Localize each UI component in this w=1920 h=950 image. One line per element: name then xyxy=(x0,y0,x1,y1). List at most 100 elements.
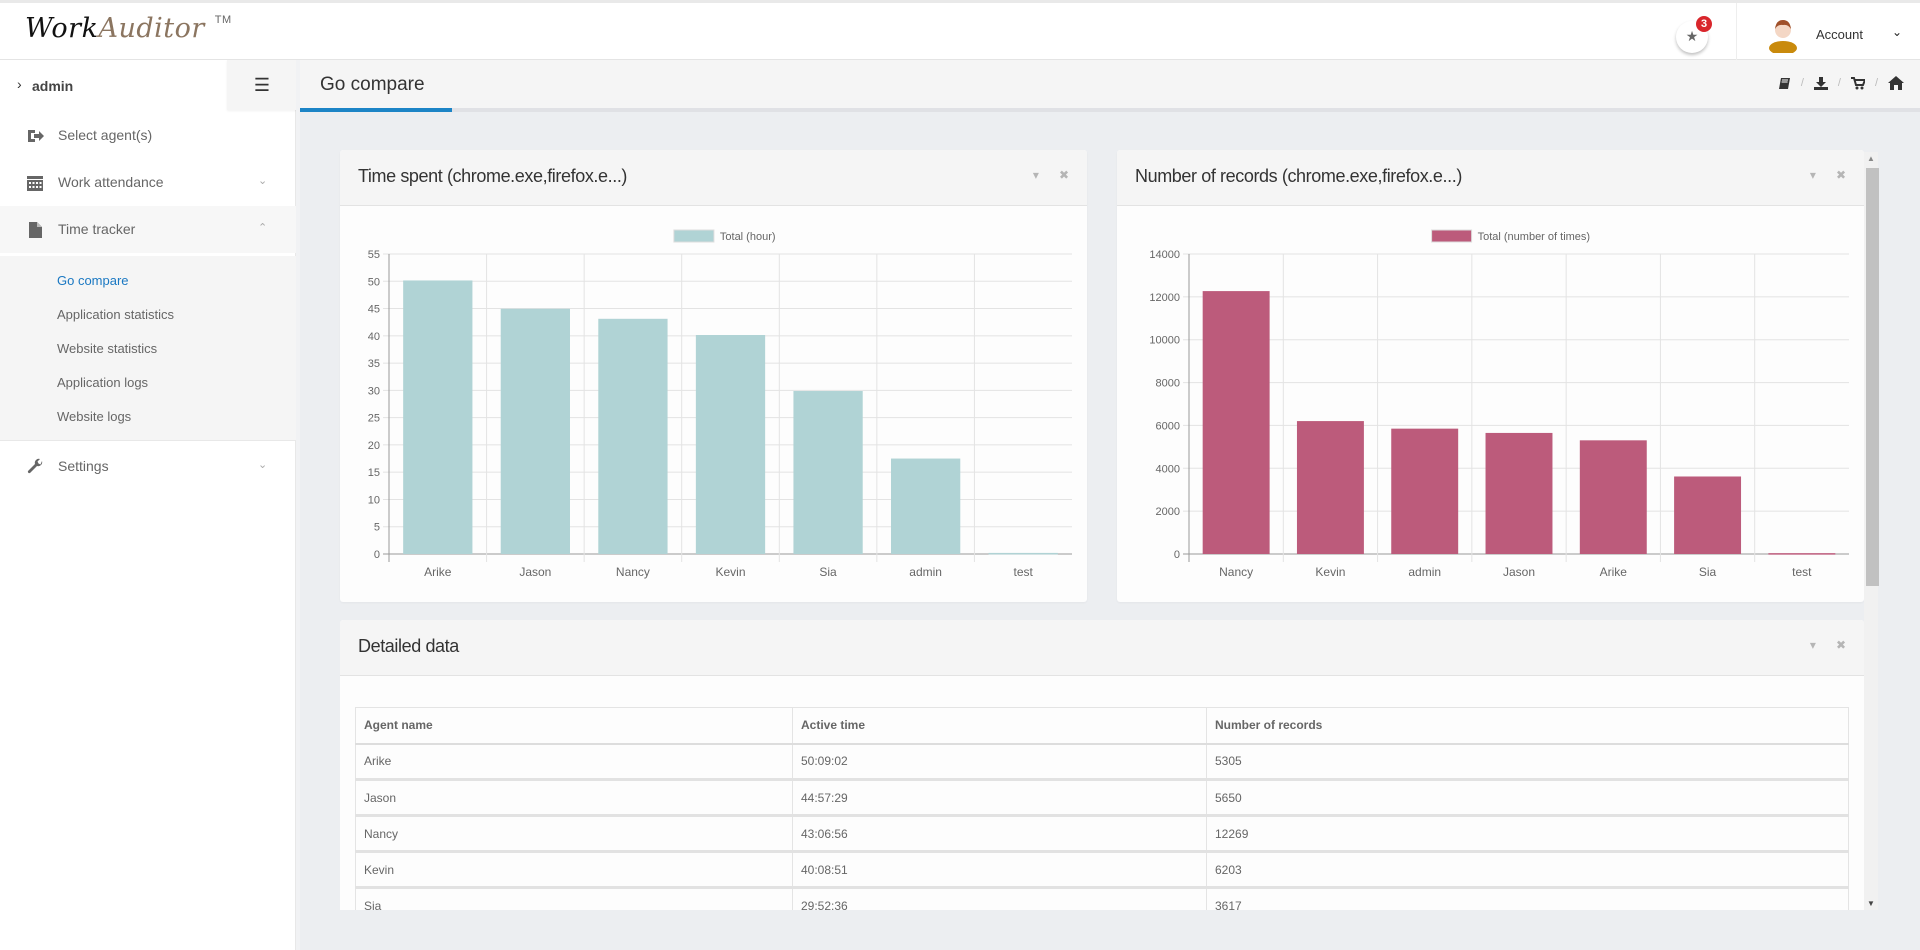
bar xyxy=(793,391,863,554)
collapse-icon[interactable]: ▾ xyxy=(1810,638,1816,652)
legend-label: Total (number of times) xyxy=(1478,231,1590,243)
sidebar-item-time-tracker[interactable]: Time tracker ⌃ xyxy=(0,206,296,253)
notification-badge: 3 xyxy=(1696,16,1712,32)
book-icon[interactable] xyxy=(1778,77,1791,90)
y-tick-label: 0 xyxy=(1174,549,1180,561)
column-header[interactable]: Agent name xyxy=(355,707,793,745)
bar xyxy=(1391,428,1459,554)
submenu-item-application-logs[interactable]: Application logs xyxy=(57,375,148,390)
bar xyxy=(1768,553,1836,555)
y-tick-label: 25 xyxy=(368,413,380,425)
y-tick-label: 50 xyxy=(368,276,380,288)
x-tick-label: Kevin xyxy=(715,565,745,579)
hamburger-icon: ☰ xyxy=(253,75,271,95)
table-row: Arike 50:09:02 5305 xyxy=(355,743,1849,781)
close-icon[interactable]: ✖ xyxy=(1836,638,1846,652)
active-tab-indicator xyxy=(300,108,452,112)
username: admin xyxy=(32,78,74,94)
x-tick-label: Nancy xyxy=(616,565,650,579)
y-tick-label: 2000 xyxy=(1156,506,1180,518)
sidebar-toggle-button[interactable]: ☰ xyxy=(227,60,297,110)
account-menu-label[interactable]: Account xyxy=(1816,27,1863,42)
x-tick-label: test xyxy=(1014,565,1034,579)
time-spent-chart: Total (hour) 0 5 10 15 20 25 30 35 40 45 50 55 Arike J… xyxy=(368,229,1072,579)
column-header[interactable]: Active time xyxy=(792,707,1207,745)
y-tick-label: 0 xyxy=(374,549,380,561)
legend-swatch xyxy=(1431,229,1473,243)
records-panel: Number of records (chrome.exe,firefox.e.… xyxy=(1117,150,1864,602)
chevron-down-icon: ⌄ xyxy=(258,459,268,471)
submenu-item-go-compare[interactable]: Go compare xyxy=(57,273,129,288)
legend: Total (number of times) xyxy=(1431,229,1590,243)
column-header[interactable]: Number of records xyxy=(1206,707,1849,745)
cart-icon[interactable] xyxy=(1850,76,1865,90)
detail-table: Agent name Active time Number of records… xyxy=(355,707,1849,910)
chevron-up-icon: ⌃ xyxy=(258,222,268,234)
wrench-icon xyxy=(27,458,43,474)
table-row: Nancy 43:06:56 12269 xyxy=(355,815,1849,853)
submenu-item-application-statistics[interactable]: Application statistics xyxy=(57,307,174,322)
y-tick-label: 5 xyxy=(374,522,380,534)
close-icon[interactable]: ✖ xyxy=(1836,168,1846,182)
chevron-down-icon: ⌄ xyxy=(258,175,268,187)
x-tick-label: Arike xyxy=(424,565,452,579)
home-icon[interactable] xyxy=(1888,76,1904,90)
bar xyxy=(500,308,570,554)
bar xyxy=(1485,432,1553,554)
sign-out-icon xyxy=(28,130,44,142)
legend-swatch xyxy=(673,229,715,243)
y-tick-label: 4000 xyxy=(1156,463,1180,475)
chevron-right-icon: › xyxy=(17,76,22,92)
bar xyxy=(1296,421,1364,554)
favorites-button[interactable]: ★ 3 xyxy=(1676,16,1712,53)
content-scrollbar[interactable]: ▲ ▼ xyxy=(1864,152,1879,910)
scroll-up-icon[interactable]: ▲ xyxy=(1867,154,1875,163)
x-tick-label: admin xyxy=(909,565,942,579)
page-title: Go compare xyxy=(320,74,425,95)
y-tick-label: 6000 xyxy=(1156,420,1180,432)
bar xyxy=(891,458,961,554)
sidebar-item-settings[interactable]: Settings ⌄ xyxy=(0,443,296,490)
table-row: Kevin 40:08:51 6203 xyxy=(355,851,1849,889)
detail-panel: Detailed data ▾ ✖ Agent name Active time… xyxy=(340,620,1864,910)
scrollbar-thumb[interactable] xyxy=(1866,168,1879,586)
time-spent-panel: Time spent (chrome.exe,firefox.e...) ▾ ✖… xyxy=(340,150,1087,602)
avatar[interactable] xyxy=(1768,17,1798,53)
table-row: Sia 29:52:36 3617 xyxy=(355,887,1849,910)
sidebar-item-select-agents[interactable]: Select agent(s) xyxy=(0,112,296,159)
page-title-bar: Go compare / / / xyxy=(300,60,1920,112)
current-user[interactable]: › admin xyxy=(0,60,227,110)
legend: Total (hour) xyxy=(673,229,776,243)
sidebar: › admin ☰ Select agent(s) Work attendanc… xyxy=(0,60,297,950)
sidebar-item-work-attendance[interactable]: Work attendance ⌄ xyxy=(0,159,296,206)
bar xyxy=(1202,291,1270,554)
header-divider xyxy=(1736,3,1737,60)
x-tick-label: Nancy xyxy=(1219,565,1253,579)
y-tick-label: 8000 xyxy=(1156,378,1180,390)
collapse-icon[interactable]: ▾ xyxy=(1810,168,1816,182)
x-tick-label: admin xyxy=(1408,565,1441,579)
panel-title: Time spent (chrome.exe,firefox.e...) xyxy=(358,166,628,186)
collapse-icon[interactable]: ▾ xyxy=(1033,168,1039,182)
star-icon: ★ xyxy=(1685,28,1699,44)
download-icon[interactable] xyxy=(1813,76,1828,90)
submenu-item-website-logs[interactable]: Website logs xyxy=(57,409,131,424)
sidebar-edge xyxy=(296,60,300,950)
bar xyxy=(1579,440,1647,554)
y-tick-label: 20 xyxy=(368,440,380,452)
records-chart: Total (number of times) 0 2000 4000 6000 8000… xyxy=(1149,229,1849,579)
submenu-item-website-statistics[interactable]: Website statistics xyxy=(57,341,157,356)
y-tick-label: 45 xyxy=(368,304,380,316)
calendar-icon xyxy=(27,176,43,191)
x-tick-label: Sia xyxy=(819,565,837,579)
close-icon[interactable]: ✖ xyxy=(1059,168,1069,182)
y-tick-label: 10000 xyxy=(1149,335,1180,347)
scroll-down-icon[interactable]: ▼ xyxy=(1867,899,1875,908)
app-logo[interactable]: WorkAuditor TM xyxy=(25,13,232,44)
chevron-down-icon[interactable]: ⌄ xyxy=(1892,25,1902,39)
y-tick-label: 12000 xyxy=(1149,292,1180,304)
y-tick-label: 35 xyxy=(368,358,380,370)
top-header: WorkAuditor TM ★ 3 Account ⌄ xyxy=(0,0,1920,60)
y-tick-label: 14000 xyxy=(1149,249,1180,261)
bar xyxy=(695,335,766,554)
